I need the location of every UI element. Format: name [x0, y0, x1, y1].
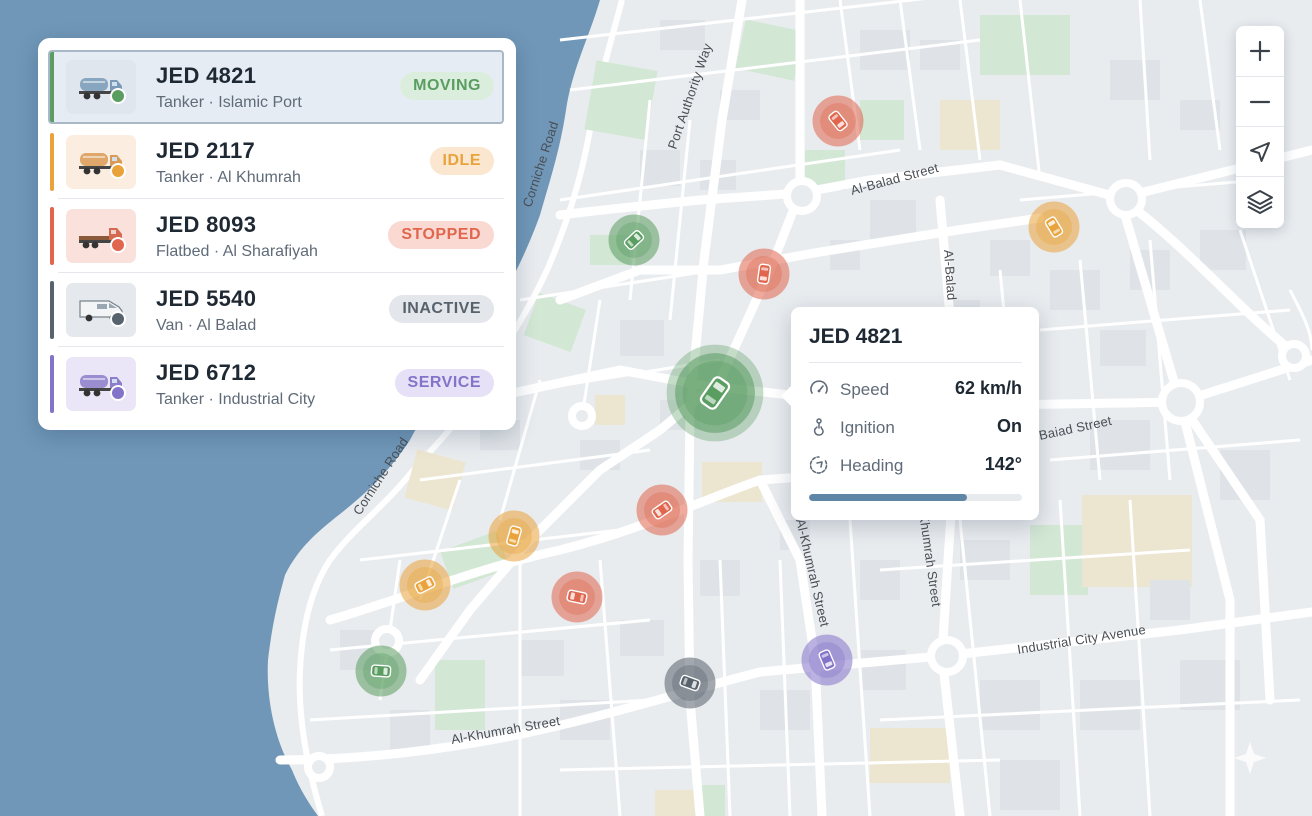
vehicle-list-panel: JED 4821 Tanker · Islamic Port MOVING JED 2…	[38, 38, 516, 430]
ignition-label: Ignition	[840, 418, 895, 437]
vehicle-plate: JED 8093	[156, 212, 257, 237]
heading-row: Heading 142°	[809, 452, 1022, 478]
vehicle-subtitle: Flatbed · Al Sharafiyah	[156, 243, 318, 260]
status-stripe	[50, 281, 54, 339]
vehicle-marker-idle[interactable]	[1028, 201, 1080, 253]
speed-value: 62 km/h	[954, 378, 1022, 398]
vehicle-marker-stopped[interactable]	[551, 571, 603, 623]
vehicle-marker-moving[interactable]	[355, 645, 407, 697]
car-icon	[756, 263, 772, 285]
progress-bar	[809, 494, 1022, 501]
speedometer-icon	[810, 380, 828, 394]
vehicle-thumbnail	[66, 357, 136, 411]
layers-icon	[1247, 190, 1273, 214]
status-dot	[110, 385, 126, 401]
vehicle-thumbnail	[66, 60, 136, 114]
status-badge: MOVING	[400, 72, 494, 100]
popup-divider	[809, 362, 1022, 363]
status-dot	[110, 88, 126, 104]
status-badge: IDLE	[429, 147, 494, 175]
plus-icon	[1249, 40, 1271, 62]
minus-icon	[1249, 100, 1271, 104]
speed-row: Speed 62 km/h	[809, 376, 1022, 402]
vehicle-marker-moving[interactable]	[608, 214, 660, 266]
status-dot	[110, 163, 126, 179]
vehicle-subtitle: Van · Al Balad	[156, 317, 257, 334]
vehicle-plate: JED 4821	[156, 63, 257, 88]
vehicle-list-item[interactable]: JED 4821 Tanker · Islamic Port MOVING	[48, 50, 504, 124]
progress-bar-fill	[809, 494, 967, 501]
vehicle-list-item[interactable]: JED 6712 Tanker · Industrial City SERVICE	[48, 347, 504, 421]
vehicle-subtitle: Tanker · Islamic Port	[156, 94, 302, 111]
vehicle-subtitle: Tanker · Industrial City	[156, 391, 316, 408]
status-dot	[110, 311, 126, 327]
ignition-key-icon	[813, 418, 824, 436]
speed-label: Speed	[840, 380, 890, 399]
heading-icon	[809, 456, 828, 474]
vehicle-list-item[interactable]: JED 2117 Tanker · Al Khumrah IDLE	[48, 125, 504, 199]
vehicle-marker-stopped[interactable]	[636, 484, 688, 536]
vehicle-plate: JED 2117	[156, 138, 256, 163]
status-badge: SERVICE	[394, 369, 494, 397]
vehicle-plate: JED 6712	[156, 360, 257, 385]
popup-title: JED 4821	[809, 325, 903, 348]
status-badge: STOPPED	[388, 221, 494, 249]
vehicle-marker-idle[interactable]	[399, 559, 451, 611]
heading-label: Heading	[840, 456, 904, 475]
locate-button[interactable]	[1236, 126, 1284, 177]
vehicle-marker-idle[interactable]	[488, 510, 540, 562]
vehicle-thumbnail	[66, 209, 136, 263]
status-stripe	[50, 52, 54, 122]
status-stripe	[50, 133, 54, 191]
zoom-in-button[interactable]	[1236, 26, 1284, 76]
status-stripe	[50, 207, 54, 265]
vehicle-marker-stopped[interactable]	[738, 248, 790, 300]
heading-value: 142°	[984, 454, 1022, 474]
ignition-value: On	[997, 416, 1022, 436]
map-controls	[1236, 26, 1284, 228]
popup-pointer	[781, 385, 792, 407]
vehicle-thumbnail	[66, 135, 136, 189]
vehicle-subtitle: Tanker · Al Khumrah	[156, 169, 301, 186]
layers-button[interactable]	[1236, 176, 1284, 227]
status-badge: INACTIVE	[389, 295, 494, 323]
selected-vehicle-marker[interactable]	[666, 344, 764, 442]
ignition-row: Ignition On	[809, 414, 1022, 440]
car-icon	[370, 664, 392, 678]
vehicle-marker-stopped[interactable]	[812, 95, 864, 147]
zoom-out-button[interactable]	[1236, 76, 1284, 127]
vehicle-list-item[interactable]: JED 5540 Van · Al Balad INACTIVE	[48, 273, 504, 347]
vehicle-marker-inactive[interactable]	[664, 657, 716, 709]
vehicle-info-popup: JED 4821 Speed 62 km/h Ignition On Headi…	[781, 307, 1039, 520]
status-stripe	[50, 355, 54, 413]
vehicle-list-item[interactable]: JED 8093 Flatbed · Al Sharafiyah STOPPED	[48, 199, 504, 273]
vehicle-marker-service[interactable]	[801, 634, 853, 686]
vehicle-thumbnail	[66, 283, 136, 337]
status-dot	[110, 237, 126, 253]
vehicle-plate: JED 5540	[156, 286, 257, 311]
navigation-arrow-icon	[1250, 142, 1270, 162]
